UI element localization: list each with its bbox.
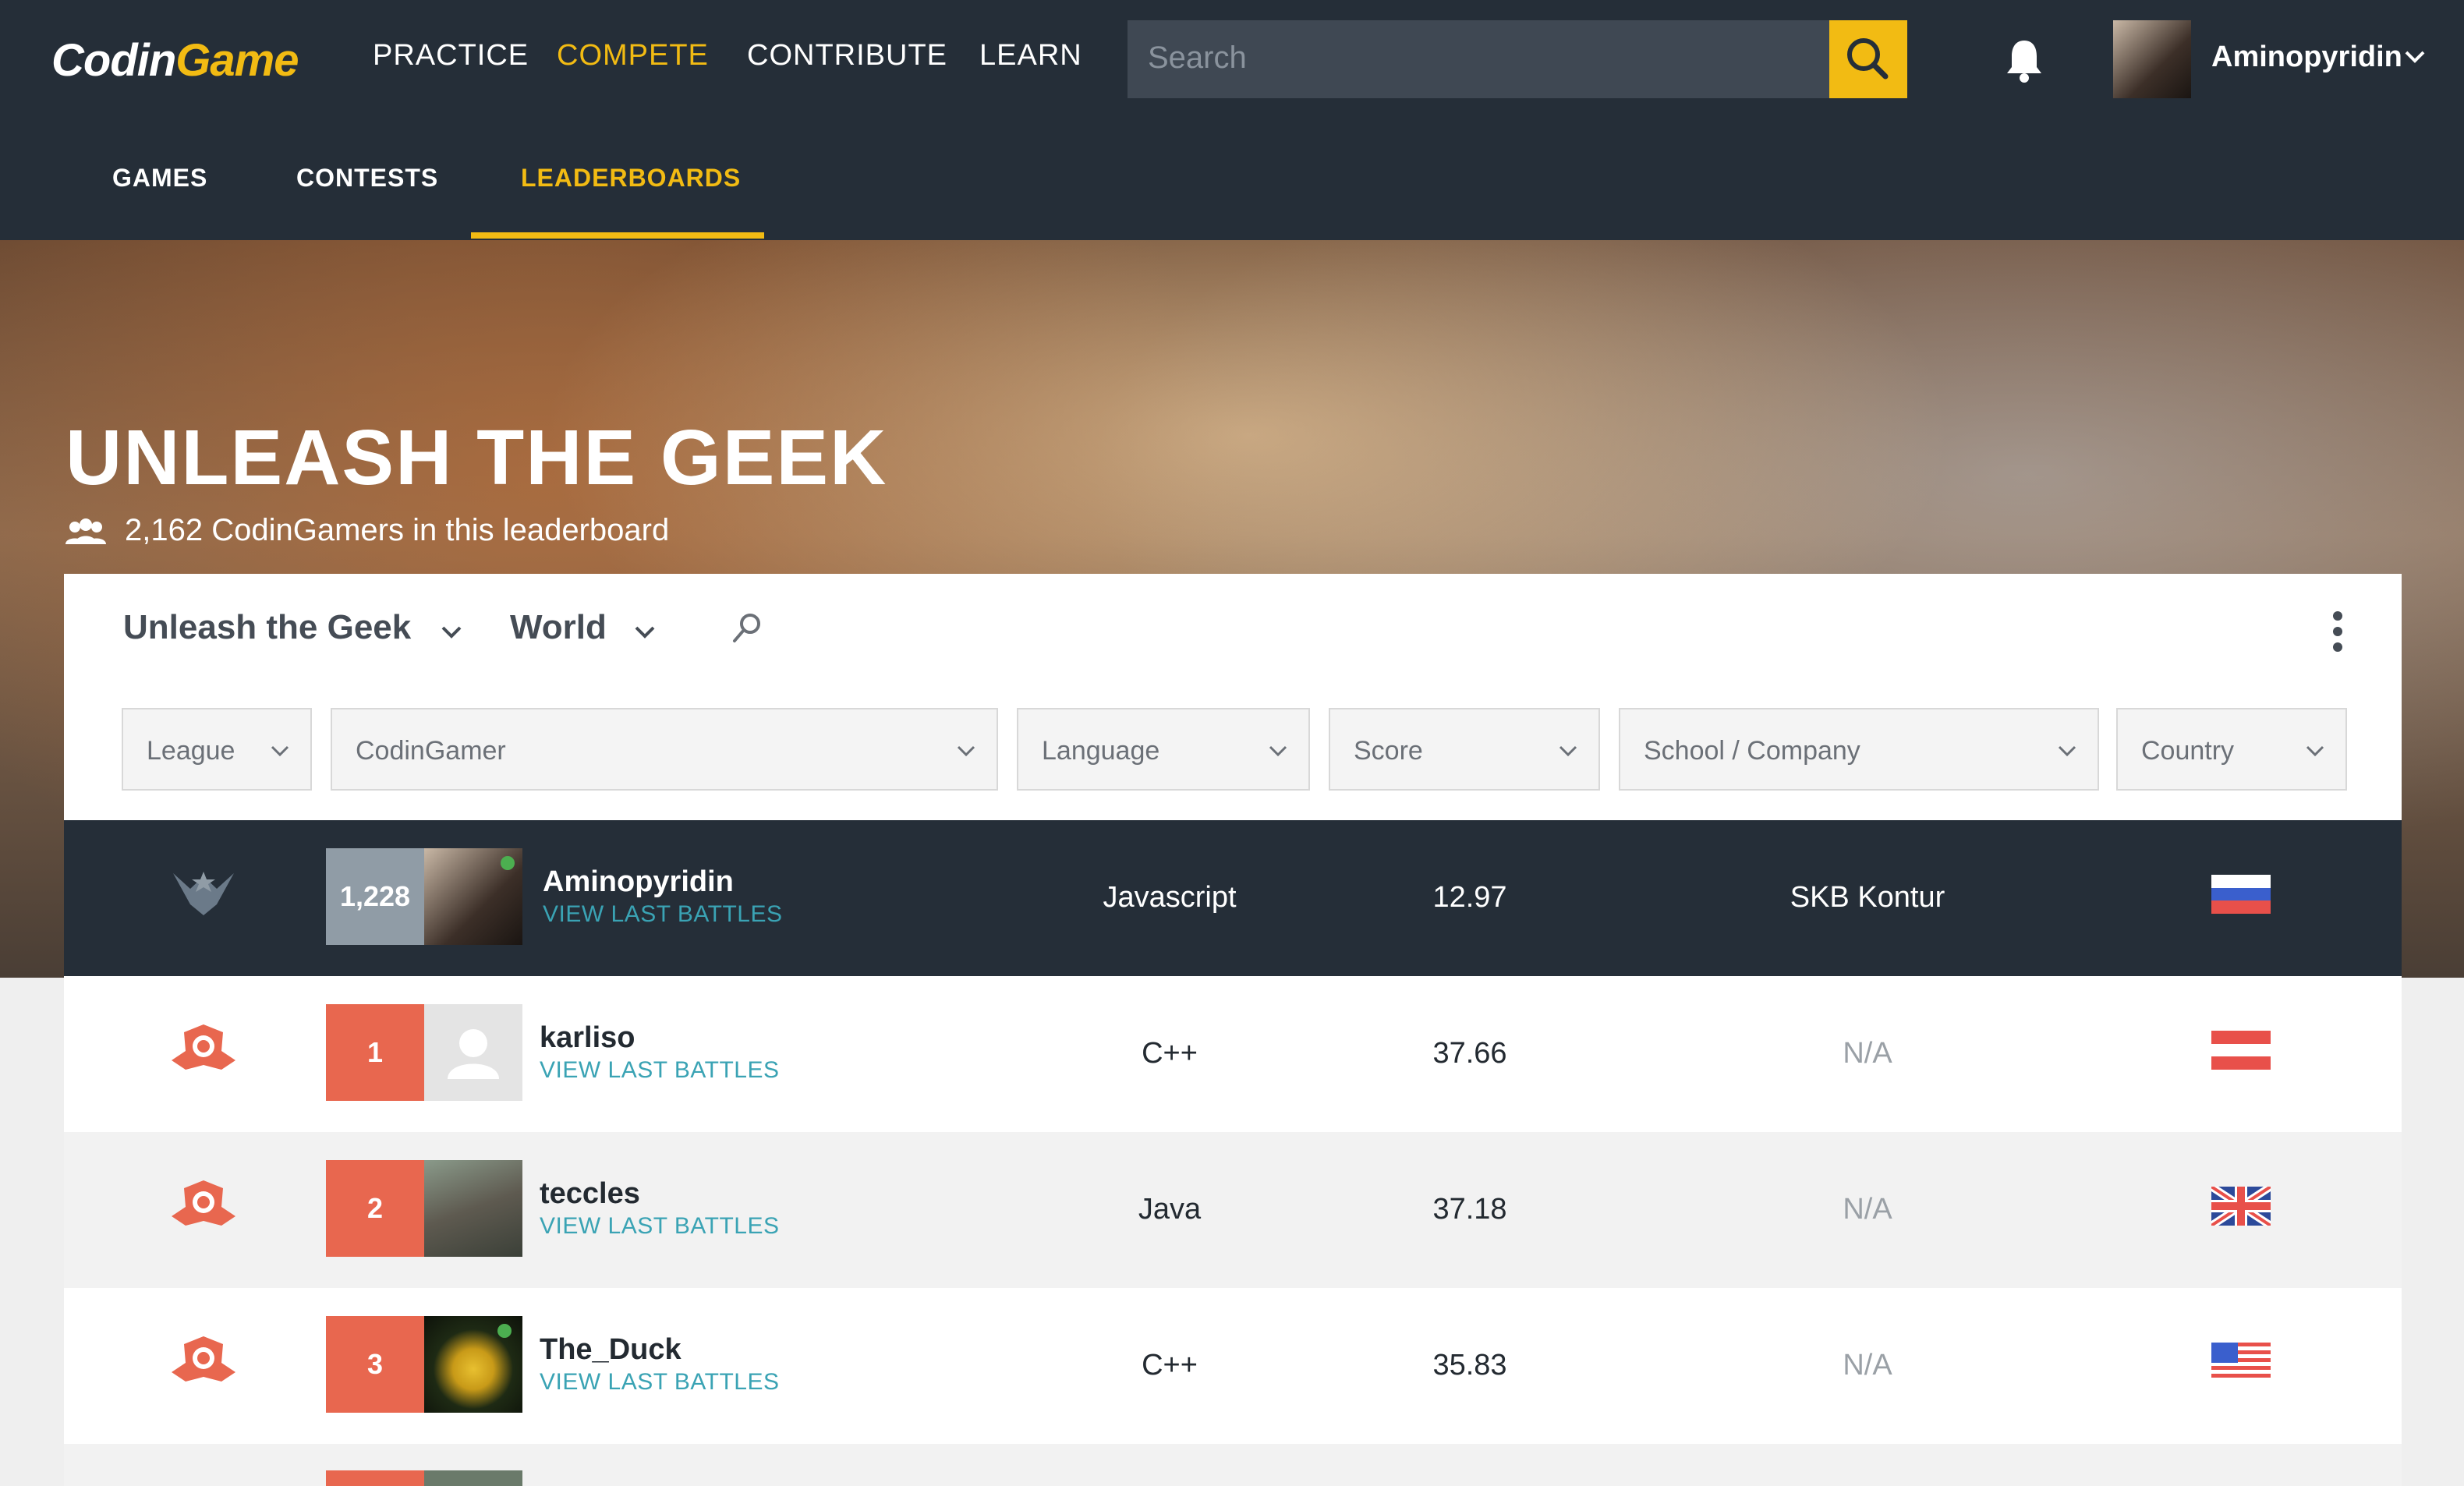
search-input[interactable]: Search: [1128, 20, 1834, 98]
page-title: UNLEASH THE GEEK: [65, 414, 888, 501]
rank-badge: 1,228: [326, 848, 424, 945]
player-name[interactable]: teccles: [540, 1177, 640, 1211]
school-company-filter-label: School / Company: [1644, 736, 1860, 766]
chevron-down-icon: [1269, 745, 1287, 757]
company-cell: SKB Kontur: [1790, 881, 1945, 914]
united-states-flag-icon: [2211, 1343, 2271, 1382]
country-filter-label: Country: [2141, 736, 2235, 766]
view-last-battles-link[interactable]: VIEW LAST BATTLES: [543, 901, 782, 928]
legend-league-badge-icon: [172, 1024, 235, 1070]
view-last-battles-link[interactable]: VIEW LAST BATTLES: [540, 1057, 779, 1084]
nav-compete[interactable]: COMPETE: [557, 39, 709, 73]
language-cell: Javascript: [1103, 881, 1237, 914]
rank-badge: 3: [326, 1316, 424, 1413]
language-cell: C++: [1142, 1349, 1198, 1382]
leaderboard-selector[interactable]: Unleash the Geek: [123, 608, 411, 647]
russia-flag-icon: [2211, 875, 2271, 914]
view-last-battles-link[interactable]: VIEW LAST BATTLES: [540, 1213, 779, 1240]
score-filter[interactable]: Score: [1329, 708, 1600, 791]
legend-league-badge-icon: [172, 1336, 235, 1382]
score-filter-label: Score: [1354, 736, 1423, 766]
codingame-logo[interactable]: CodinGame: [51, 34, 299, 87]
codingamer-filter[interactable]: CodinGamer: [331, 708, 998, 791]
chevron-down-icon: [2058, 745, 2076, 757]
company-cell: N/A: [1843, 1193, 1892, 1226]
tab-contests[interactable]: CONTESTS: [296, 164, 438, 193]
league-filter[interactable]: League: [122, 708, 312, 791]
player-avatar[interactable]: [424, 1004, 522, 1101]
nav-learn[interactable]: LEARN: [979, 39, 1082, 73]
player-name[interactable]: karliso: [540, 1021, 635, 1055]
austria-flag-icon: [2211, 1031, 2271, 1070]
country-filter[interactable]: Country: [2116, 708, 2347, 791]
language-filter-label: Language: [1042, 736, 1160, 766]
search-icon: [1847, 38, 1889, 80]
company-cell: N/A: [1843, 1037, 1892, 1070]
rank-badge: 1: [326, 1004, 424, 1101]
score-cell: 37.18: [1432, 1193, 1507, 1226]
user-name[interactable]: Aminopyridin: [2211, 41, 2402, 74]
view-last-battles-link[interactable]: VIEW LAST BATTLES: [540, 1369, 779, 1396]
region-selector[interactable]: World: [510, 608, 607, 647]
rank-badge: 2: [326, 1160, 424, 1257]
chevron-down-icon[interactable]: [632, 619, 658, 646]
active-tab-indicator: [471, 232, 764, 239]
player-avatar[interactable]: [424, 1470, 522, 1486]
school-company-filter[interactable]: School / Company: [1619, 708, 2099, 791]
language-cell: C++: [1142, 1037, 1198, 1070]
default-avatar-icon: [448, 1029, 499, 1079]
online-status-dot: [497, 1324, 512, 1338]
language-filter[interactable]: Language: [1017, 708, 1310, 791]
user-avatar[interactable]: [2113, 20, 2191, 98]
united-kingdom-flag-icon: [2211, 1187, 2271, 1226]
leaderboard-count: 2,162 CodinGamers in this leaderboard: [125, 513, 670, 547]
search-button[interactable]: [1829, 20, 1907, 98]
score-cell: 12.97: [1432, 881, 1507, 914]
nav-practice[interactable]: PRACTICE: [373, 39, 529, 73]
codingamer-filter-label: CodinGamer: [356, 736, 506, 766]
league-badge-icon: [173, 872, 234, 915]
online-status-dot: [501, 856, 515, 870]
rank-badge: [326, 1470, 424, 1486]
score-cell: 35.83: [1432, 1349, 1507, 1382]
chevron-down-icon: [957, 745, 975, 757]
tab-leaderboards[interactable]: LEADERBOARDS: [521, 164, 741, 193]
chevron-down-icon: [271, 745, 289, 757]
search-icon[interactable]: [728, 610, 766, 647]
score-cell: 37.66: [1432, 1037, 1507, 1070]
chevron-down-icon: [2306, 745, 2324, 757]
legend-league-badge-icon: [172, 1180, 235, 1226]
company-cell: N/A: [1843, 1349, 1892, 1382]
player-avatar[interactable]: [424, 1160, 522, 1257]
more-options-icon[interactable]: [2330, 610, 2345, 653]
chevron-down-icon: [1559, 745, 1577, 757]
people-icon: [65, 518, 106, 544]
chevron-down-icon[interactable]: [2402, 44, 2428, 70]
player-name[interactable]: Aminopyridin: [543, 865, 734, 899]
nav-contribute[interactable]: CONTRIBUTE: [747, 39, 947, 73]
chevron-down-icon[interactable]: [438, 619, 465, 646]
language-cell: Java: [1138, 1193, 1202, 1226]
notification-bell-icon[interactable]: [2004, 37, 2044, 84]
league-filter-label: League: [147, 736, 235, 766]
tab-games[interactable]: GAMES: [112, 164, 207, 193]
player-name[interactable]: The_Duck: [540, 1333, 681, 1367]
